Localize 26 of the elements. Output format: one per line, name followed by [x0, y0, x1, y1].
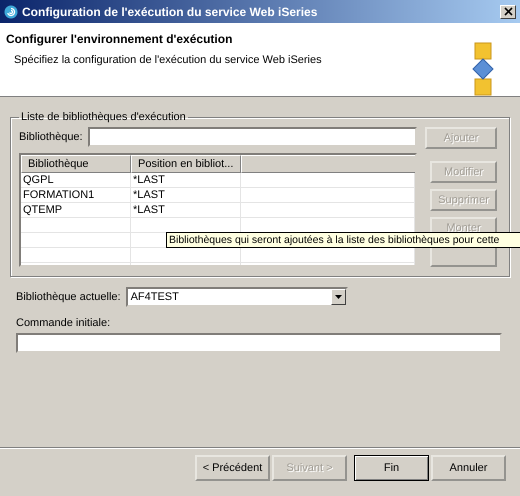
- wizard-button[interactable]: Annuler: [431, 455, 506, 481]
- column-header[interactable]: Position en bibliot...: [131, 155, 241, 173]
- group-title: Liste de bibliothèques d'exécution: [20, 111, 187, 123]
- column-header[interactable]: Bibliothèque: [21, 155, 131, 173]
- library-label: Bibliothèque:: [19, 131, 83, 143]
- wizard-button[interactable]: Fin: [354, 455, 429, 481]
- current-library-label: Bibliothèque actuelle:: [16, 291, 121, 303]
- swirl-icon: [4, 4, 18, 18]
- tooltip: Bibliothèques qui seront ajoutées à la liste des bibliothèques pour cette: [166, 232, 520, 248]
- table-cell: QGPL: [21, 173, 131, 187]
- close-button[interactable]: [500, 4, 516, 18]
- page-title: Configurer l'environnement d'exécution: [6, 32, 234, 46]
- table-cell: QTEMP: [21, 203, 131, 217]
- initial-command-label: Commande initiale:: [16, 317, 112, 329]
- close-icon: [504, 7, 512, 16]
- page-description: Spécifiez la configuration de l'exécution du service Web iSeries: [13, 54, 322, 66]
- table-cell: *LAST: [131, 188, 241, 202]
- table-cell: *LAST: [131, 173, 241, 187]
- window-title: Configuration de l'exécution du service Web iSeries: [22, 4, 318, 18]
- table-cell: FORMATION1: [21, 188, 131, 202]
- initial-command-field[interactable]: [16, 333, 502, 353]
- wizard-button[interactable]: < Précédent: [195, 455, 270, 481]
- diagram-icon: [472, 41, 494, 97]
- current-library-dropdown[interactable]: AF4TEST: [126, 287, 348, 307]
- library-field[interactable]: [88, 127, 417, 147]
- table-cell: *LAST: [131, 203, 241, 217]
